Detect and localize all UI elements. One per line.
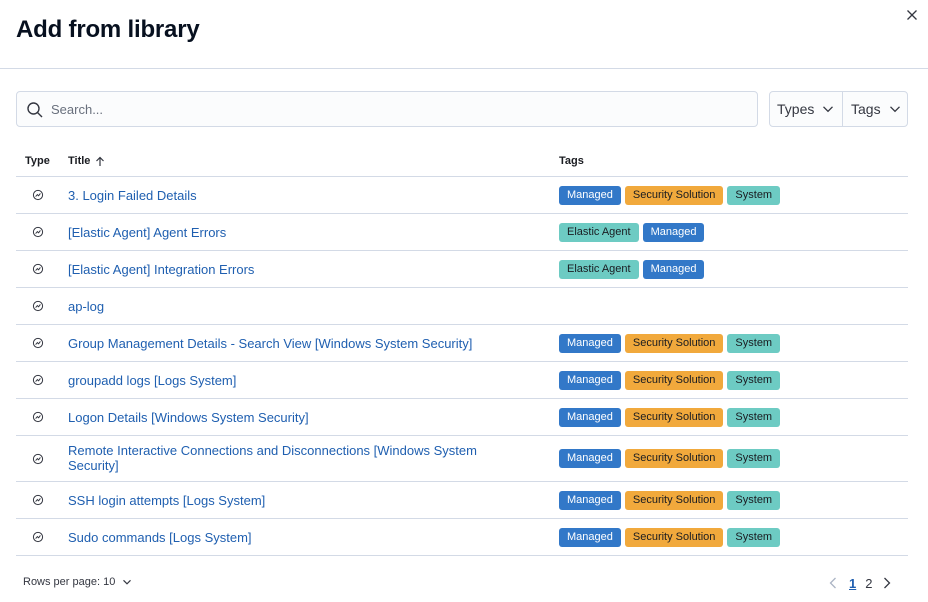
tags-filter-button[interactable]: Tags [843,92,907,126]
close-icon [907,10,917,20]
flyout-title: Add from library [16,16,200,43]
row-tags: Managed Security Solution System [559,334,781,353]
table-body: 3. Login Failed Details Managed Security S… [16,177,908,556]
table-row: Group Management Details - Search View [… [16,325,908,362]
table-row: Remote Interactive Connections and Disco… [16,436,908,482]
row-tags: Managed Security Solution System [559,408,781,427]
tag-managed[interactable]: Managed [559,449,621,468]
tag-security-solution[interactable]: Security Solution [624,491,724,510]
column-header-type: Type [25,155,50,167]
tag-system[interactable]: System [727,528,781,547]
page-1-button[interactable]: 1 [849,576,856,591]
table-row: groupadd logs [Logs System] Managed Securi… [16,362,908,399]
visualization-icon [32,531,44,543]
previous-page-button[interactable] [826,574,840,592]
visualization-icon [32,189,44,201]
visualization-icon [32,337,44,349]
chevron-down-icon [823,106,834,113]
tag-managed[interactable]: Managed [559,491,621,510]
filter-group: Types Tags [769,91,908,127]
page-2-button[interactable]: 2 [865,576,872,591]
table-row: 3. Login Failed Details Managed Security S… [16,177,908,214]
tag-managed[interactable]: Managed [559,371,621,390]
close-button[interactable] [903,6,921,24]
pagination: 1 2 [826,574,894,592]
tag-security-solution[interactable]: Security Solution [624,371,724,390]
tag-security-solution[interactable]: Security Solution [624,449,724,468]
table-row: SSH login attempts [Logs System] Managed S… [16,482,908,519]
visualization-icon [32,226,44,238]
tag-managed[interactable]: Managed [642,260,705,279]
column-header-tags: Tags [559,155,584,167]
chevron-right-icon [884,577,891,589]
tags-filter-label: Tags [851,101,881,117]
row-title-link[interactable]: Logon Details [Windows System Security] [68,410,508,425]
tag-elastic-agent[interactable]: Elastic Agent [559,260,639,279]
column-header-title[interactable]: Title [68,155,105,167]
rows-per-page-button[interactable]: Rows per page: 10 [23,576,132,588]
chevron-down-icon [889,106,900,113]
row-title-link[interactable]: 3. Login Failed Details [68,188,508,203]
search-input[interactable] [51,92,751,126]
tag-system[interactable]: System [727,186,781,205]
row-tags: Managed Security Solution System [559,371,781,390]
row-title-link[interactable]: ap-log [68,299,508,314]
visualization-icon [32,494,44,506]
visualization-icon [32,411,44,423]
rows-per-page-label: Rows per page: 10 [23,576,116,588]
table-row: Sudo commands [Logs System] Managed Securi… [16,519,908,556]
types-filter-button[interactable]: Types [770,92,843,126]
visualization-icon [32,263,44,275]
tag-security-solution[interactable]: Security Solution [624,528,724,547]
tag-security-solution[interactable]: Security Solution [624,408,724,427]
tag-managed[interactable]: Managed [559,408,621,427]
row-title-link[interactable]: [Elastic Agent] Agent Errors [68,225,508,240]
tag-managed[interactable]: Managed [559,334,621,353]
row-title-link[interactable]: Remote Interactive Connections and Disco… [68,443,508,473]
header-divider [0,68,928,69]
row-tags: Managed Security Solution System [559,528,781,547]
column-header-title-label: Title [68,155,91,167]
row-tags: Managed Security Solution System [559,186,781,205]
search-box[interactable] [16,91,758,127]
tag-security-solution[interactable]: Security Solution [624,186,724,205]
search-icon [27,102,43,118]
add-from-library-flyout: Add from library Types Tags Type Title [0,0,928,602]
table-row: Logon Details [Windows System Security] M… [16,399,908,436]
tag-system[interactable]: System [727,334,781,353]
tag-managed[interactable]: Managed [642,223,705,242]
next-page-button[interactable] [880,574,894,592]
tag-managed[interactable]: Managed [559,528,621,547]
visualization-icon [32,300,44,312]
tag-system[interactable]: System [727,449,781,468]
tag-security-solution[interactable]: Security Solution [624,334,724,353]
table-row: [Elastic Agent] Integration Errors Elasti… [16,251,908,288]
tag-managed[interactable]: Managed [559,186,621,205]
row-title-link[interactable]: groupadd logs [Logs System] [68,373,508,388]
tag-elastic-agent[interactable]: Elastic Agent [559,223,639,242]
row-title-link[interactable]: [Elastic Agent] Integration Errors [68,262,508,277]
row-tags: Elastic Agent Managed [559,260,705,279]
visualization-icon [32,374,44,386]
table-row: ap-log [16,288,908,325]
library-table: Type Title Tags 3. Login Failed Details M… [16,144,908,556]
row-title-link[interactable]: SSH login attempts [Logs System] [68,493,508,508]
types-filter-label: Types [777,101,815,117]
tag-system[interactable]: System [727,371,781,390]
row-tags: Managed Security Solution System [559,491,781,510]
visualization-icon [32,453,44,465]
sort-ascending-icon [96,156,105,166]
row-tags: Elastic Agent Managed [559,223,705,242]
chevron-down-icon [123,579,132,585]
table-header: Type Title Tags [16,144,908,177]
tag-system[interactable]: System [727,491,781,510]
table-row: [Elastic Agent] Agent Errors Elastic Agen… [16,214,908,251]
row-tags: Managed Security Solution System [559,449,781,468]
chevron-left-icon [829,577,836,589]
row-title-link[interactable]: Group Management Details - Search View [… [68,336,508,351]
row-title-link[interactable]: Sudo commands [Logs System] [68,530,508,545]
tag-system[interactable]: System [727,408,781,427]
